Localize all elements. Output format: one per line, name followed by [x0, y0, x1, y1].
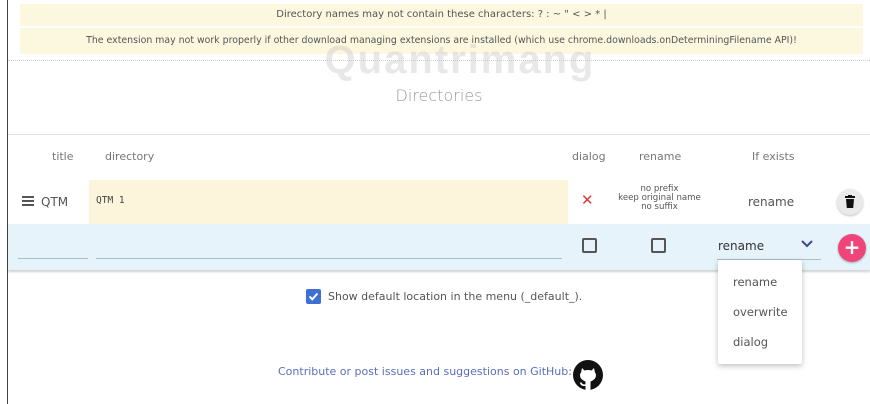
dropdown-option-rename[interactable]: rename: [733, 275, 777, 289]
dialog-off-icon: ✕: [581, 191, 594, 209]
row-if-exists: rename: [748, 195, 795, 209]
header-top-border: [8, 134, 870, 135]
show-default-checkbox[interactable]: [306, 289, 321, 304]
row-rename-summary: no prefix keep original name no suffix: [612, 185, 707, 212]
row-title: QTM: [41, 195, 69, 209]
chevron-down-icon[interactable]: [801, 240, 813, 248]
checkmark-icon: [308, 292, 319, 301]
column-header-directory: directory: [105, 150, 155, 163]
delete-row-button[interactable]: [837, 189, 863, 215]
row-directory: QTM 1: [96, 195, 125, 206]
column-header-if-exists: If exists: [752, 150, 795, 163]
contribute-link[interactable]: Contribute or post issues and suggestion…: [278, 365, 572, 378]
watermark: Quantrimang: [324, 38, 596, 82]
rename-suffix: no suffix: [641, 202, 678, 212]
trash-icon: [845, 195, 855, 208]
if-exists-selected: rename: [718, 239, 765, 253]
column-header-dialog: dialog: [572, 150, 606, 163]
drag-handle-icon[interactable]: [22, 196, 34, 206]
column-header-rename: rename: [639, 150, 682, 163]
notice-invalid-characters: Directory names may not contain these ch…: [20, 4, 863, 26]
new-title-input[interactable]: [18, 258, 88, 259]
add-row-button[interactable]: +: [838, 234, 866, 262]
dropdown-option-dialog[interactable]: dialog: [733, 335, 768, 349]
new-rename-checkbox[interactable]: [651, 238, 666, 253]
new-dialog-checkbox[interactable]: [582, 238, 597, 253]
dropdown-option-overwrite[interactable]: overwrite: [733, 305, 788, 319]
show-default-label[interactable]: Show default location in the menu (_defa…: [328, 290, 582, 303]
column-header-title: title: [52, 150, 74, 163]
if-exists-dropdown-menu: rename overwrite dialog: [718, 260, 802, 364]
section-title: Directories: [395, 86, 483, 105]
new-directory-input[interactable]: [96, 258, 562, 259]
row-directory-cell[interactable]: [89, 180, 568, 224]
github-icon[interactable]: [571, 359, 605, 391]
